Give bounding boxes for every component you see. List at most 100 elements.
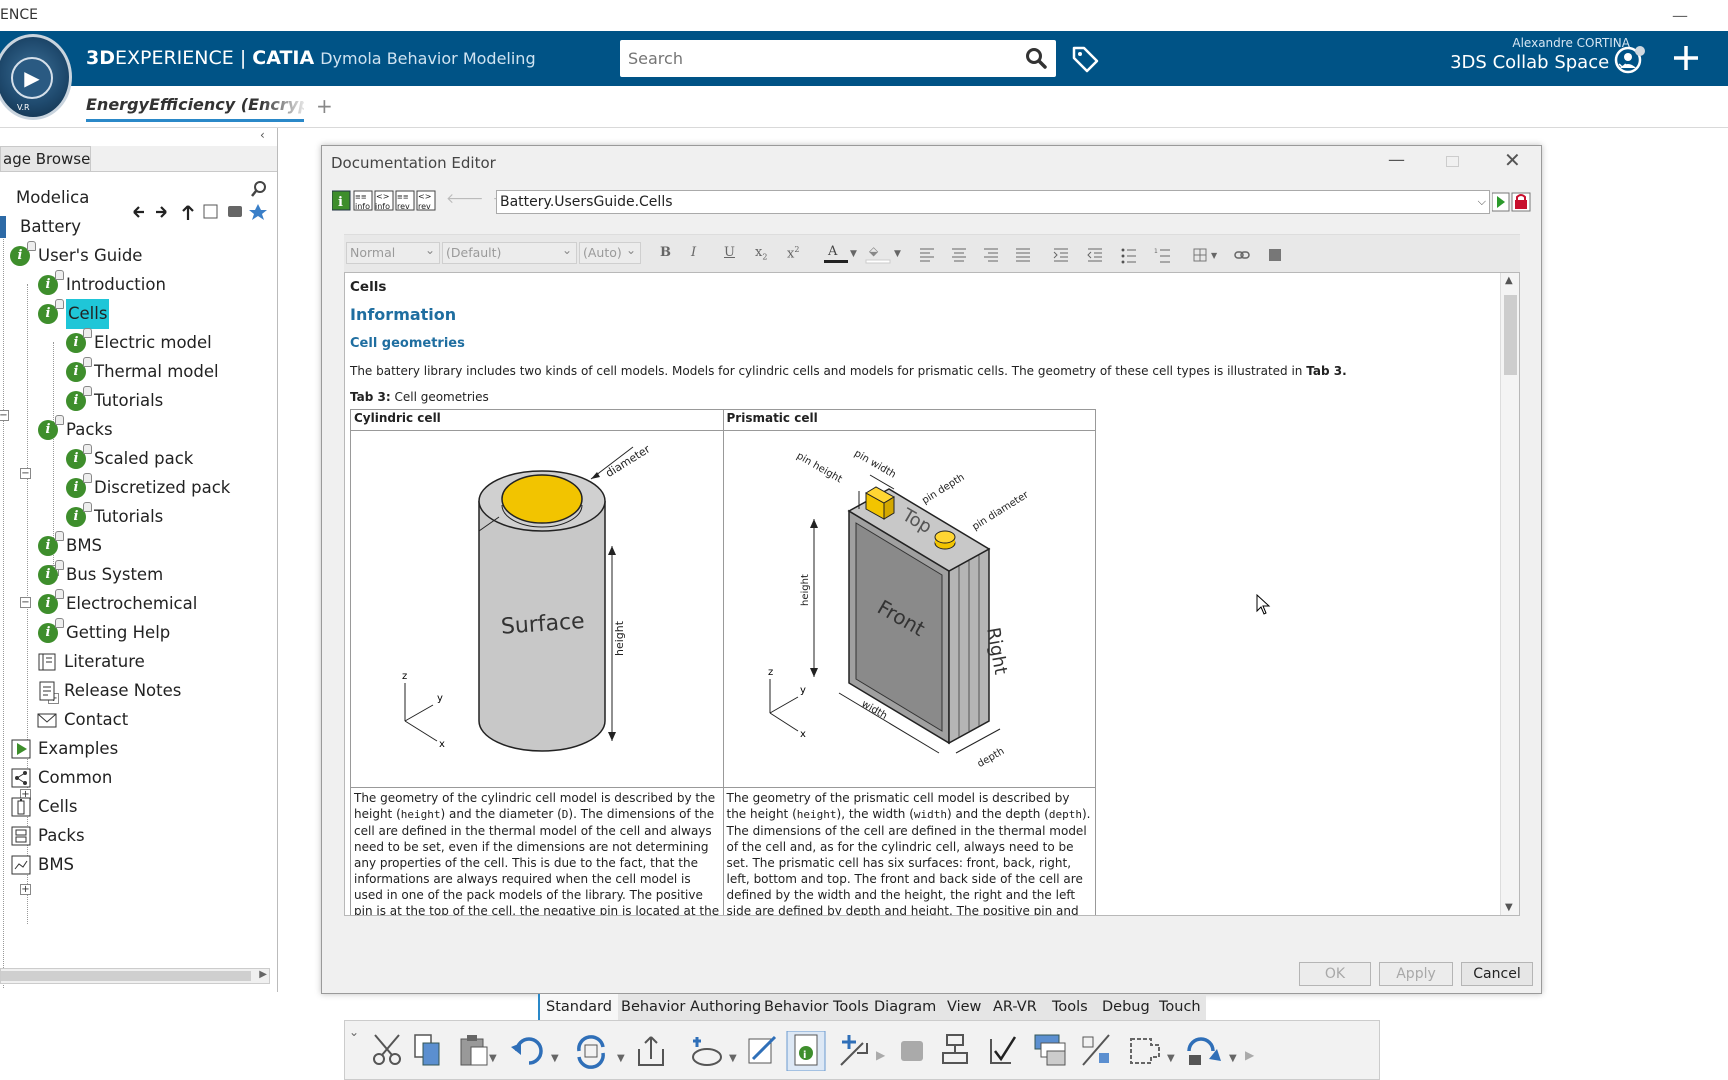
ribbon-tab-behavior-authoring[interactable]: Behavior Authoring xyxy=(615,994,767,1020)
tree-item-literature[interactable]: Literature xyxy=(36,646,145,676)
tree-item-users-guide[interactable]: i User's Guide xyxy=(10,240,142,270)
run-stop-buttons[interactable] xyxy=(1492,192,1532,212)
ribbon-tab-standard[interactable]: Standard xyxy=(538,994,618,1020)
expand-toggle[interactable]: + xyxy=(20,884,31,895)
scroll-up-arrow[interactable]: ▲ xyxy=(1505,275,1513,286)
collapse-toggle[interactable]: − xyxy=(20,597,31,608)
font-size-select[interactable]: (Auto) xyxy=(579,240,641,264)
tree-item-contact[interactable]: Contact xyxy=(36,704,128,734)
paste-icon xyxy=(460,1035,488,1066)
paragraph-buttons[interactable]: 1 ▼ xyxy=(984,241,1284,267)
ribbon-tab-view[interactable]: View xyxy=(941,994,987,1020)
tree-item-introduction[interactable]: i Introduction xyxy=(38,269,166,299)
dialog-close-button[interactable]: ✕ xyxy=(1504,148,1521,172)
height-label: height xyxy=(613,620,626,656)
ribbon-tab-debug[interactable]: Debug xyxy=(1096,994,1156,1020)
tree-item-electrochemical[interactable]: i Electrochemical xyxy=(38,588,197,618)
window-title-bar: ENCE — xyxy=(0,0,1728,31)
plus-icon[interactable] xyxy=(1670,42,1702,74)
horizontal-scrollbar[interactable]: ▶ xyxy=(0,968,270,984)
tree-item-release-notes[interactable]: Release Notes xyxy=(36,675,181,705)
scroll-down-arrow[interactable]: ▼ xyxy=(1505,902,1513,913)
svg-text:info: info xyxy=(375,202,390,211)
library-icon xyxy=(228,206,242,217)
italic-button[interactable]: I xyxy=(691,245,696,260)
collapse-panel-button[interactable]: ‹ xyxy=(260,128,265,142)
window-title: ENCE xyxy=(0,7,38,23)
dialog-maximize-button[interactable] xyxy=(1446,156,1459,167)
tree-item-modelica[interactable]: Modelica xyxy=(0,182,89,212)
vertical-scrollbar[interactable]: ▲ ▼ xyxy=(1500,273,1519,915)
tree-item-thermal-model[interactable]: i Thermal model xyxy=(66,356,219,386)
doc-subsection-heading: Cell geometries xyxy=(350,336,465,351)
color-buttons[interactable]: A ▼ ⬙ ▼ xyxy=(824,241,974,267)
underline-button[interactable]: U xyxy=(724,245,735,260)
tree-item-tutorials[interactable]: i Tutorials xyxy=(66,501,163,531)
search-icon[interactable] xyxy=(1024,46,1048,70)
cancel-button[interactable]: Cancel xyxy=(1461,962,1533,986)
info-icon: i xyxy=(66,443,92,469)
nav-back-icon[interactable]: 🡐 xyxy=(446,191,484,207)
tree-item-bms[interactable]: i BMS xyxy=(38,530,102,560)
find-icon[interactable] xyxy=(250,180,268,198)
subscript-button[interactable]: x2 xyxy=(755,245,767,262)
app-brand: 3DEXPERIENCE | CATIA Dymola Behavior Mode… xyxy=(86,47,536,69)
tree-item-label: Thermal model xyxy=(94,361,219,381)
tree-toolbar[interactable] xyxy=(130,200,270,224)
tree-item-label: BMS xyxy=(66,535,103,555)
tree-item-packs-package[interactable]: Packs xyxy=(10,820,85,850)
font-select[interactable]: (Default) xyxy=(442,240,577,264)
scroll-thumb[interactable] xyxy=(1,971,251,981)
collapse-toggle[interactable]: − xyxy=(20,468,31,479)
tree-item-tutorials[interactable]: i Tutorials xyxy=(66,385,163,415)
tag-icon[interactable] xyxy=(1070,44,1100,74)
class-path-combobox[interactable]: Battery.UsersGuide.Cells ⌵ xyxy=(496,190,1490,214)
tree-item-bms-package[interactable]: BMS xyxy=(10,849,74,879)
tree-item-cells-selected[interactable]: i Cells xyxy=(38,298,110,329)
search-box[interactable] xyxy=(588,40,1056,77)
ribbon-tab-ar-vr[interactable]: AR-VR xyxy=(987,994,1043,1020)
ribbon-tab-touch[interactable]: Touch xyxy=(1153,994,1207,1020)
cell-geometry-table: Cylindric cell Prismatic cell Surface di… xyxy=(350,409,1096,915)
tree-item-packs[interactable]: i Packs xyxy=(38,414,113,444)
tree-item-discretized-pack[interactable]: i Discretized pack xyxy=(66,472,230,502)
back-arrow-icon xyxy=(133,206,144,218)
collapse-toggle[interactable]: − xyxy=(0,410,9,421)
chevron-down-icon[interactable]: ⌵ xyxy=(1478,191,1486,213)
ribbon-tab-tools[interactable]: Tools xyxy=(1046,994,1094,1020)
scroll-thumb[interactable] xyxy=(1504,295,1517,375)
play-icon[interactable]: ▶ xyxy=(11,57,53,99)
superscript-button[interactable]: x2 xyxy=(787,245,799,261)
ribbon-tab-behavior-tools[interactable]: Behavior Tools xyxy=(758,994,875,1020)
ribbon-collapse-icon[interactable]: ⌄ xyxy=(349,1025,359,1039)
indent-icon xyxy=(1053,248,1068,262)
svg-text:▼: ▼ xyxy=(850,249,857,259)
add-tab-button[interactable]: + xyxy=(316,94,333,118)
window-minimize-button[interactable]: — xyxy=(1672,0,1688,31)
apply-button[interactable]: Apply xyxy=(1379,962,1453,986)
text-color-icon: A xyxy=(827,244,838,259)
documentation-content[interactable]: Cells Information Cell geometries The ba… xyxy=(344,272,1520,916)
bold-button[interactable]: B xyxy=(660,245,671,260)
collab-space-selector[interactable]: 3DS Collab Space ⌄ xyxy=(1420,52,1630,73)
tree-item-battery[interactable]: Battery xyxy=(0,211,81,241)
scroll-right-arrow[interactable]: ▶ xyxy=(259,969,267,980)
search-input[interactable] xyxy=(588,40,978,77)
tree-item-bus-system[interactable]: i Bus System xyxy=(38,559,163,589)
dialog-minimize-button[interactable]: — xyxy=(1388,150,1405,170)
tree-item-getting-help[interactable]: i Getting Help xyxy=(38,617,170,647)
package-browser-tab[interactable]: age Browser xyxy=(0,146,91,172)
tree-item-cells-package[interactable]: Cells xyxy=(10,791,77,821)
paragraph-style-select[interactable]: Normal xyxy=(346,240,440,264)
tree-item-scaled-pack[interactable]: i Scaled pack xyxy=(66,443,193,473)
tree-item-examples[interactable]: Examples xyxy=(10,733,118,763)
user-info[interactable]: Alexandre CORTINA 3DS Collab Space ⌄ xyxy=(1420,36,1630,73)
tree-item-common[interactable]: Common xyxy=(10,762,112,792)
user-avatar-icon[interactable] xyxy=(1614,44,1646,76)
tree-item-label: Examples xyxy=(38,738,119,758)
simulate-icon xyxy=(692,1037,722,1066)
ribbon-command-icons[interactable]: ▼ ▼ ▼ ▼ i ▶ ▼ ▼ ▶ xyxy=(371,1031,1371,1071)
ribbon-tab-diagram[interactable]: Diagram xyxy=(868,994,942,1020)
tree-item-electric-model[interactable]: i Electric model xyxy=(66,327,212,357)
ok-button[interactable]: OK xyxy=(1299,962,1371,986)
